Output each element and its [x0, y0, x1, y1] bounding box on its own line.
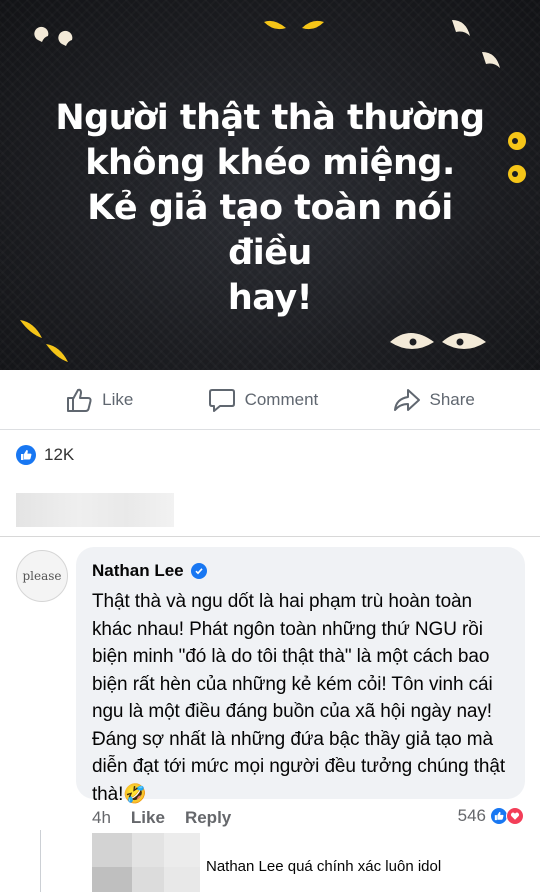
thumbs-up-icon: [67, 388, 92, 412]
author-name: Nathan Lee: [92, 561, 184, 580]
comment-reactions[interactable]: 546: [458, 806, 524, 826]
love-reaction-icon: [506, 807, 524, 825]
banner-text: Người thật thà thường không khéo miệng. …: [40, 96, 500, 321]
blurred-content: [16, 493, 174, 527]
reaction-count: 12K: [44, 445, 75, 464]
blurred-avatar: [92, 833, 200, 892]
thread-line: [40, 830, 41, 892]
comment-text: Thật thà và ngu dốt là hai phạm trù hoàn…: [92, 591, 506, 805]
reply-preview[interactable]: Nathan Lee quá chính xác luôn idol: [206, 858, 441, 875]
like-label: Like: [102, 389, 134, 409]
comment-meta: 4h Like Reply: [92, 808, 231, 828]
reaction-summary[interactable]: 12K: [16, 445, 74, 465]
comment-button[interactable]: Comment: [208, 387, 319, 413]
avatar-text: please: [22, 569, 62, 583]
post-action-bar: Like Comment Share: [0, 370, 540, 430]
like-button[interactable]: Like: [65, 387, 133, 413]
comment-reaction-count: 546: [457, 806, 486, 825]
comment-author[interactable]: Nathan Lee: [92, 559, 509, 583]
banner-line: Kẻ giả tạo toàn nói điều: [87, 188, 453, 273]
share-icon: [393, 388, 420, 411]
banner-line: không khéo miệng.: [85, 143, 455, 183]
divider: [0, 536, 540, 537]
comment-like-button[interactable]: Like: [131, 808, 165, 828]
verified-badge-icon: [190, 563, 207, 579]
comment-time[interactable]: 4h: [92, 808, 111, 828]
comment-reply-button[interactable]: Reply: [185, 808, 231, 828]
banner-line: Người thật thà thường: [55, 98, 485, 138]
avatar[interactable]: please: [16, 550, 68, 602]
like-reaction-icon: [16, 445, 36, 465]
post-image[interactable]: Người thật thà thường không khéo miệng. …: [0, 0, 540, 370]
share-label: Share: [429, 389, 475, 409]
comment-bubble: Nathan Lee Thật thà và ngu dốt là hai ph…: [76, 547, 525, 805]
comment-icon: [208, 388, 235, 412]
comment-label: Comment: [244, 389, 319, 409]
banner-line: hay!: [227, 278, 313, 318]
share-button[interactable]: Share: [393, 387, 475, 413]
